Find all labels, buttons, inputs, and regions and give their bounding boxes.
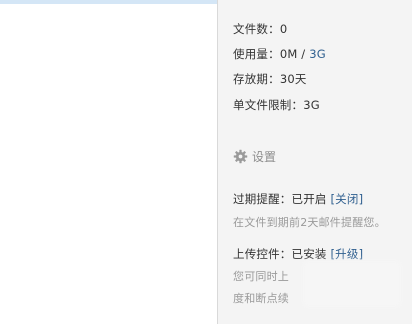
single-file-limit-value: 3G [303,98,320,112]
settings-title: 设置 [252,149,277,164]
expiry-bracket-close: ] [358,192,364,206]
expiry-bracket-open: [ [326,192,336,206]
disable-expiry-reminder-link[interactable]: 关闭 [335,192,358,206]
usage-used: 0M [279,47,298,61]
redacted-region [306,264,398,304]
file-count-label: 文件数： [233,22,280,36]
upgrade-bracket-close: ] [358,247,364,261]
single-file-limit-label: 单文件限制： [233,98,304,112]
expiry-reminder-row: 过期提醒：已开启 [关闭] [233,191,363,207]
settings-heading: 设置 [233,146,276,166]
retention-row: 存放期：30天 [233,71,307,87]
upgrade-bracket-open: [ [326,247,336,261]
retention-value: 30天 [279,72,307,86]
expiry-reminder-hint: 在文件到期前2天邮件提醒您。 [233,216,386,229]
retention-label: 存放期： [233,72,280,86]
usage-total: 3G [309,47,326,61]
upload-plugin-hint-line2-start: 度和断点续 [233,292,289,305]
gear-icon [233,149,248,164]
usage-row: 使用量：0M / 3G [233,46,326,62]
upgrade-plugin-link[interactable]: 升级 [335,247,358,261]
file-count-row: 文件数：0 [233,21,287,37]
usage-label: 使用量： [233,47,280,61]
file-list-pane [0,0,217,324]
expiry-reminder-label: 过期提醒： [233,192,292,206]
upload-plugin-row: 上传控件：已安装 [升级] [233,246,363,262]
info-sidebar: 文件数：0 使用量：0M / 3G 存放期：30天 单文件限制：3G 设置 过期… [218,0,412,324]
file-list-header-strip [0,0,217,4]
usage-separator: / [297,47,310,61]
upload-plugin-status: 已安装 [291,247,327,261]
upload-plugin-hint-line1-start: 您可同时上 [233,270,289,283]
expiry-reminder-status: 已开启 [291,192,327,206]
single-file-limit-row: 单文件限制：3G [233,97,320,113]
upload-plugin-label: 上传控件： [233,247,292,261]
file-count-value: 0 [279,22,288,36]
